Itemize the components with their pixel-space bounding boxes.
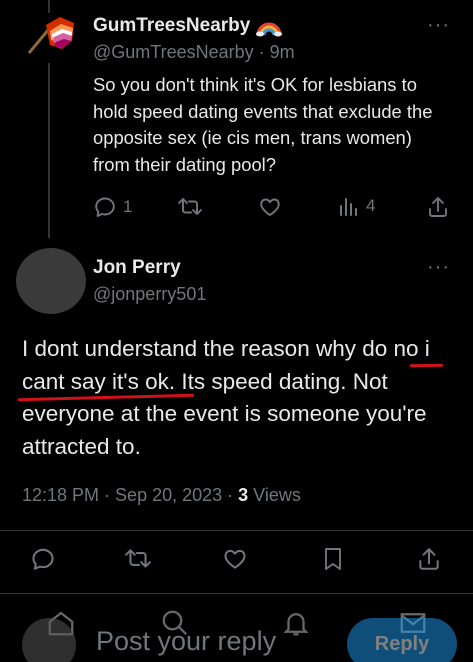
parent-meta: @GumTreesNearby · 9m <box>93 42 295 63</box>
main-action-bar <box>0 546 473 580</box>
share-icon <box>427 195 449 219</box>
views-label[interactable]: Views <box>253 485 301 506</box>
reply-button[interactable]: 1 <box>93 195 132 219</box>
parent-author-name[interactable]: GumTreesNearby <box>93 15 283 37</box>
like-icon <box>222 546 248 572</box>
retweet-button[interactable] <box>177 195 203 219</box>
parent-timestamp[interactable]: 9m <box>270 42 295 63</box>
reply-icon <box>30 546 56 572</box>
views-icon <box>338 195 360 217</box>
retweet-icon <box>177 195 203 219</box>
bookmark-button[interactable] <box>321 546 345 572</box>
reply-icon <box>93 195 117 219</box>
like-icon <box>258 195 282 219</box>
divider <box>0 593 473 594</box>
lesbian-flag-icon[interactable] <box>22 13 78 63</box>
reply-button[interactable] <box>30 546 56 572</box>
meta-separator: · <box>104 485 111 505</box>
more-options-icon[interactable]: ··· <box>427 257 450 277</box>
retweet-button[interactable] <box>124 546 152 572</box>
share-button[interactable] <box>427 195 449 219</box>
reply-button[interactable]: Reply <box>347 618 457 662</box>
meta-separator: · <box>227 485 234 505</box>
parent-handle[interactable]: @GumTreesNearby <box>93 42 254 63</box>
parent-tweet-text: So you don't think it's OK for lesbians … <box>93 74 433 175</box>
meta-separator: · <box>258 42 265 62</box>
views-count[interactable]: 3 <box>238 485 248 506</box>
share-icon <box>417 546 441 572</box>
main-tweet-meta: 12:18 PM · Sep 20, 2023 · 3 Views <box>22 485 301 506</box>
like-button[interactable] <box>222 546 248 572</box>
more-options-icon[interactable]: ··· <box>427 15 450 35</box>
parent-tweet[interactable]: GumTreesNearby @GumTreesNearby · 9m ··· … <box>0 0 473 238</box>
main-display-name[interactable]: Jon Perry <box>93 257 181 279</box>
main-time[interactable]: 12:18 PM <box>22 485 99 506</box>
main-date[interactable]: Sep 20, 2023 <box>115 485 222 506</box>
view-count: 4 <box>366 196 376 215</box>
retweet-icon <box>124 546 152 572</box>
rainbow-icon <box>256 15 283 37</box>
divider <box>0 530 473 531</box>
annotation-underline <box>409 363 444 368</box>
parent-action-bar: 1 4 <box>93 195 453 221</box>
views-button[interactable]: 4 <box>338 195 375 217</box>
main-handle[interactable]: @jonperry501 <box>93 284 206 305</box>
avatar[interactable] <box>16 248 86 314</box>
reply-input[interactable]: Post your reply <box>96 626 276 657</box>
like-button[interactable] <box>258 195 282 219</box>
parent-display-name[interactable]: GumTreesNearby <box>93 15 250 37</box>
share-button[interactable] <box>417 546 441 572</box>
reply-count: 1 <box>123 197 133 216</box>
notifications-icon[interactable] <box>281 608 311 638</box>
bookmark-icon <box>321 546 345 572</box>
